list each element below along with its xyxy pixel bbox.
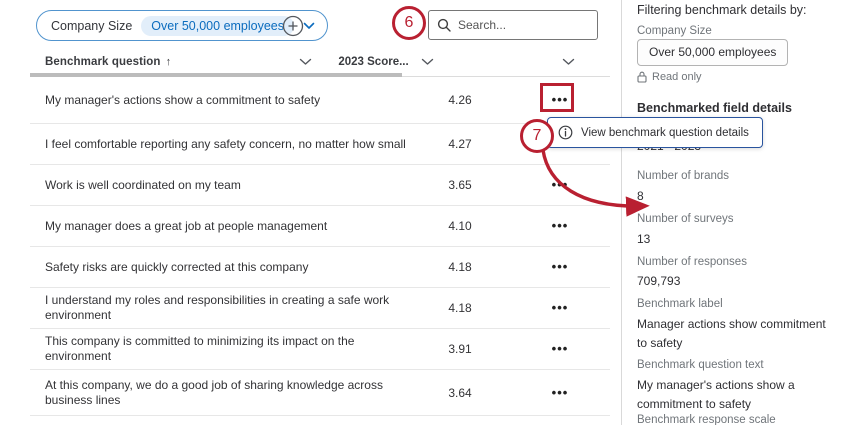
field-label-benchmark-question-text: Benchmark question text [637, 359, 764, 371]
table-header-row: Benchmark question ↑ 2023 Score... [30, 52, 610, 72]
table-row: My manager's actions show a commitment t… [30, 77, 610, 124]
score-column-menu-chevron-icon[interactable] [421, 58, 434, 66]
horizontal-scrollbar-thumb[interactable] [30, 73, 402, 77]
field-value-number-of-surveys: 13 [637, 230, 650, 249]
row-actions-menu-icon[interactable]: ••• [540, 388, 580, 398]
benchmark-question-cell: This company is committed to minimizing … [45, 334, 415, 364]
chevron-down-icon [303, 22, 315, 30]
field-value-number-of-brands: 8 [637, 187, 644, 206]
benchmark-question-cell: Safety risks are quickly corrected at th… [45, 260, 415, 275]
menu-item-label: View benchmark question details [581, 127, 749, 139]
sidebar-filter-label: Company Size [637, 25, 712, 37]
field-label-number-of-surveys: Number of surveys [637, 213, 734, 225]
field-value-number-of-responses: 709,793 [637, 272, 680, 291]
table-row: This company is committed to minimizing … [30, 329, 610, 370]
table-row: I understand my roles and responsibiliti… [30, 288, 610, 329]
annotation-step-circle-6: 6 [392, 6, 426, 40]
sidebar-title: Filtering benchmark details by: [637, 3, 807, 17]
actions-column-menu-chevron-icon[interactable] [562, 58, 575, 66]
field-label-number-of-brands: Number of brands [637, 170, 729, 182]
search-icon [437, 18, 451, 32]
score-cell: 4.18 [415, 301, 505, 315]
benchmark-question-cell: My manager does a great job at people ma… [45, 219, 415, 234]
table-row: Safety risks are quickly corrected at th… [30, 247, 610, 288]
read-only-indicator: Read only [637, 71, 702, 83]
annotation-step-number: 7 [533, 127, 542, 145]
table-header-divider [30, 72, 610, 77]
field-label-benchmark-response-scale: Benchmark response scale [637, 414, 776, 425]
score-cell: 4.18 [415, 260, 505, 274]
read-only-label: Read only [652, 71, 702, 83]
row-actions-menu-icon[interactable]: ••• [540, 303, 580, 313]
score-cell: 3.64 [415, 386, 505, 400]
row-actions-menu-icon[interactable]: ••• [540, 180, 580, 190]
benchmark-question-cell: Work is well coordinated on my team [45, 178, 415, 193]
sidebar-divider [621, 0, 622, 425]
benchmark-question-cell: At this company, we do a good job of sha… [45, 378, 415, 408]
sort-ascending-icon[interactable]: ↑ [166, 56, 172, 68]
field-value-benchmark-question-text: My manager's actions show a commitment t… [637, 376, 817, 414]
annotation-highlight-box [540, 83, 574, 112]
table-row: At this company, we do a good job of sha… [30, 370, 610, 416]
plus-circle-icon [282, 24, 304, 41]
score-cell: 3.65 [415, 178, 505, 192]
view-benchmark-question-details-menu-item[interactable]: View benchmark question details [547, 117, 763, 148]
benchmark-question-cell: I understand my roles and responsibiliti… [45, 293, 415, 323]
column-header-benchmark-question[interactable]: Benchmark question [45, 56, 161, 68]
sidebar-filter-value-field: Over 50,000 employees [637, 39, 788, 66]
row-actions-menu-icon[interactable]: ••• [540, 344, 580, 354]
search-box[interactable] [428, 10, 598, 40]
score-cell: 4.27 [415, 137, 505, 151]
filter-label: Company Size [51, 19, 132, 33]
annotation-step-circle-7: 7 [520, 119, 554, 153]
search-input[interactable] [458, 18, 589, 32]
benchmark-table: Benchmark question ↑ 2023 Score... My ma… [30, 52, 610, 416]
add-filter-button[interactable] [282, 15, 304, 37]
score-cell: 4.26 [415, 93, 505, 107]
score-cell: 4.10 [415, 219, 505, 233]
benchmarked-field-details-heading: Benchmarked field details [637, 101, 792, 115]
filter-value-chip: Over 50,000 employees [141, 16, 294, 36]
benchmark-editor-screen: Company Size Over 50,000 employees Bench [0, 0, 850, 425]
column-header-2023-score[interactable]: 2023 Score... [338, 56, 408, 68]
benchmark-details-sidebar: Filtering benchmark details by: Company … [637, 0, 842, 425]
row-actions-menu-icon[interactable]: ••• [540, 221, 580, 231]
table-row: My manager does a great job at people ma… [30, 206, 610, 247]
info-icon [558, 125, 573, 140]
score-cell: 3.91 [415, 342, 505, 356]
field-label-benchmark-label: Benchmark label [637, 298, 723, 310]
row-actions-menu-icon[interactable]: ••• [540, 262, 580, 272]
table-row: Work is well coordinated on my team 3.65… [30, 165, 610, 206]
benchmark-question-cell: My manager's actions show a commitment t… [45, 93, 415, 108]
field-value-benchmark-label: Manager actions show commitment to safet… [637, 315, 837, 353]
benchmark-question-cell: I feel comfortable reporting any safety … [45, 137, 415, 152]
question-column-menu-chevron-icon[interactable] [299, 58, 312, 66]
lock-icon [637, 71, 647, 83]
field-label-number-of-responses: Number of responses [637, 256, 747, 268]
annotation-step-number: 6 [405, 14, 414, 32]
